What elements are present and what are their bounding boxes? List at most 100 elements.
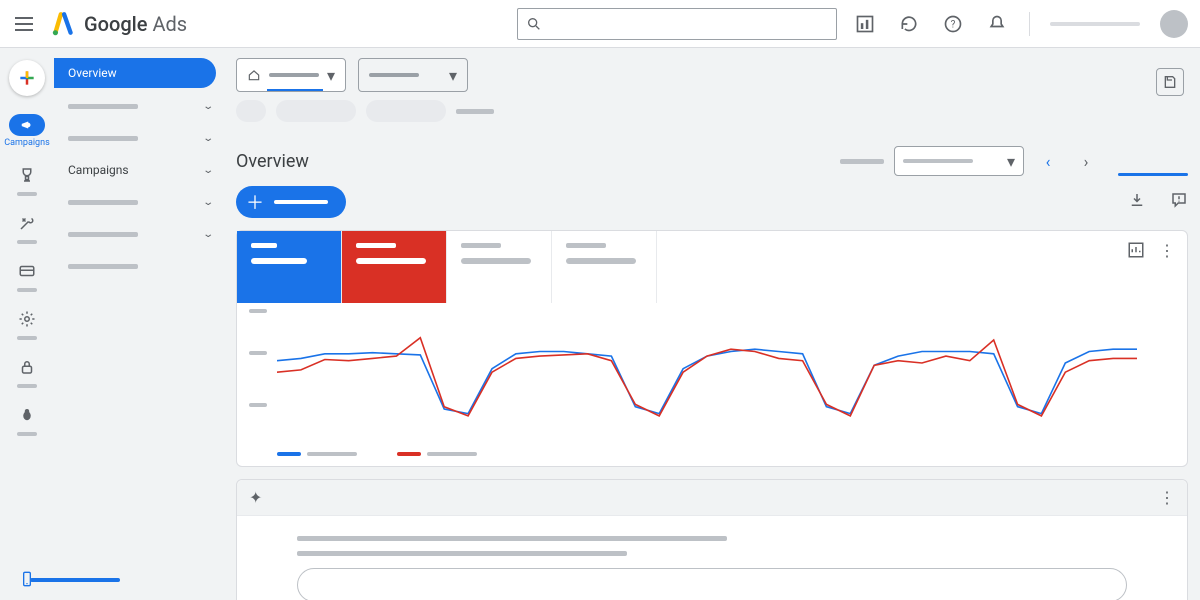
refresh-icon[interactable] [897,12,921,36]
scope-selector-campaign[interactable]: ▾ [358,58,468,92]
metric-tab[interactable] [552,231,657,303]
filter-chip[interactable] [236,100,266,122]
subnav-overview[interactable]: Overview [54,58,216,88]
add-filter[interactable] [456,109,494,114]
subnav-row[interactable]: ⌄ [54,124,224,152]
filter-chip[interactable] [366,100,446,122]
metric-tabs: ⋮ [237,231,1187,303]
product-name-suffix: Ads [152,12,187,36]
app-header: Google Ads ? [0,0,1200,48]
main-content: ▾ ▾ Overview ▾ ‹ › [224,48,1200,600]
chevron-down-icon: ⌄ [202,165,214,176]
line-chart-svg [277,317,1137,432]
subnav-row[interactable]: ⌄ [54,92,224,120]
subnav-row[interactable]: ⌄ [54,220,224,248]
date-prev-button[interactable]: ‹ [1034,147,1062,175]
legend-item[interactable] [277,452,357,456]
date-range-selector[interactable]: ▾ [894,146,1024,176]
search-input[interactable] [542,16,828,31]
subnav-row[interactable] [54,252,224,280]
caret-down-icon: ▾ [327,66,335,85]
secondary-nav: Overview ⌄ ⌄ Campaigns ⌄ ⌄ ⌄ [54,48,224,600]
rail-item-billing[interactable] [17,262,37,292]
feedback-icon [1170,191,1188,209]
plus-icon [17,68,37,88]
create-button[interactable] [9,60,45,96]
chart-legend [237,446,1187,466]
bug-icon [18,406,36,428]
trophy-icon [18,166,36,188]
filter-chip[interactable] [276,100,356,122]
feedback-button[interactable] [1170,191,1188,213]
date-label-skeleton [840,159,884,164]
subnav-overview-label: Overview [68,66,117,80]
chevron-left-icon: ‹ [1046,152,1051,171]
chart-plot [237,303,1187,446]
product-name-prefix: Google [84,12,147,36]
lock-icon [18,358,36,380]
scope-bar: ▾ ▾ [236,48,1188,100]
save-view-button[interactable] [1156,68,1184,96]
rail-campaigns-label: Campaigns [4,138,49,148]
menu-icon[interactable] [12,12,36,36]
subnav-campaigns[interactable]: Campaigns ⌄ [54,156,224,184]
metric-tab[interactable] [237,231,342,303]
filter-chips [236,100,1188,128]
rail-item-bug[interactable] [17,406,37,436]
home-icon [247,68,261,82]
avatar[interactable] [1160,10,1188,38]
subnav-row[interactable]: ⌄ [54,188,224,216]
insight-prompt-input[interactable] [297,568,1127,600]
rail-item-goals[interactable] [17,166,37,196]
chevron-down-icon: ⌄ [202,133,214,144]
ads-logo-icon [50,11,76,37]
kebab-icon: ⋮ [1159,241,1175,260]
download-icon [1128,191,1146,209]
scope-selector-account[interactable]: ▾ [236,58,346,92]
global-search[interactable] [517,8,837,40]
notifications-icon[interactable] [985,12,1009,36]
save-icon [1162,74,1178,90]
caret-down-icon: ▾ [449,66,457,85]
rail-footer[interactable] [0,568,54,590]
caret-down-icon: ▾ [1007,152,1015,171]
rail-item-campaigns[interactable]: Campaigns [4,114,49,148]
product-logo[interactable]: Google Ads [50,11,187,37]
metric-tab[interactable] [447,231,552,303]
rail-item-tools[interactable] [17,214,37,244]
account-name-skeleton [1050,22,1140,26]
reports-icon[interactable] [853,12,877,36]
expand-chart-button[interactable] [1127,241,1145,303]
date-next-button[interactable]: › [1072,147,1100,175]
chevron-right-icon: › [1084,152,1089,171]
gear-icon [18,310,36,332]
header-actions: ? [853,10,1188,38]
svg-text:?: ? [951,19,956,30]
compare-toggle[interactable] [1118,173,1188,176]
rail-item-admin[interactable] [17,310,37,340]
card-icon [18,262,36,284]
chevron-down-icon: ⌄ [202,229,214,240]
card-menu-button[interactable]: ⋮ [1159,241,1175,303]
tools-icon [18,214,36,236]
page-title-row: Overview ▾ ‹ › [236,128,1188,186]
sparkle-icon: ✦ [249,488,262,507]
metric-tab[interactable] [342,231,447,303]
legend-item[interactable] [397,452,477,456]
card-menu-button[interactable]: ⋮ [1159,488,1175,507]
cta-label [274,200,328,204]
left-rail: Campaigns [0,48,54,600]
subnav-campaigns-label: Campaigns [68,163,129,177]
megaphone-icon [9,114,45,136]
download-button[interactable] [1128,191,1146,213]
chart-icon [1127,241,1145,259]
chevron-down-icon: ⌄ [202,101,214,112]
search-icon [526,16,542,32]
insights-card: ✦ ⋮ [236,479,1188,600]
help-icon[interactable]: ? [941,12,965,36]
performance-chart-card: ⋮ [236,230,1188,467]
action-row: ＋ [236,186,1188,218]
page-title: Overview [236,151,309,172]
rail-item-security[interactable] [17,358,37,388]
new-campaign-button[interactable]: ＋ [236,186,346,218]
